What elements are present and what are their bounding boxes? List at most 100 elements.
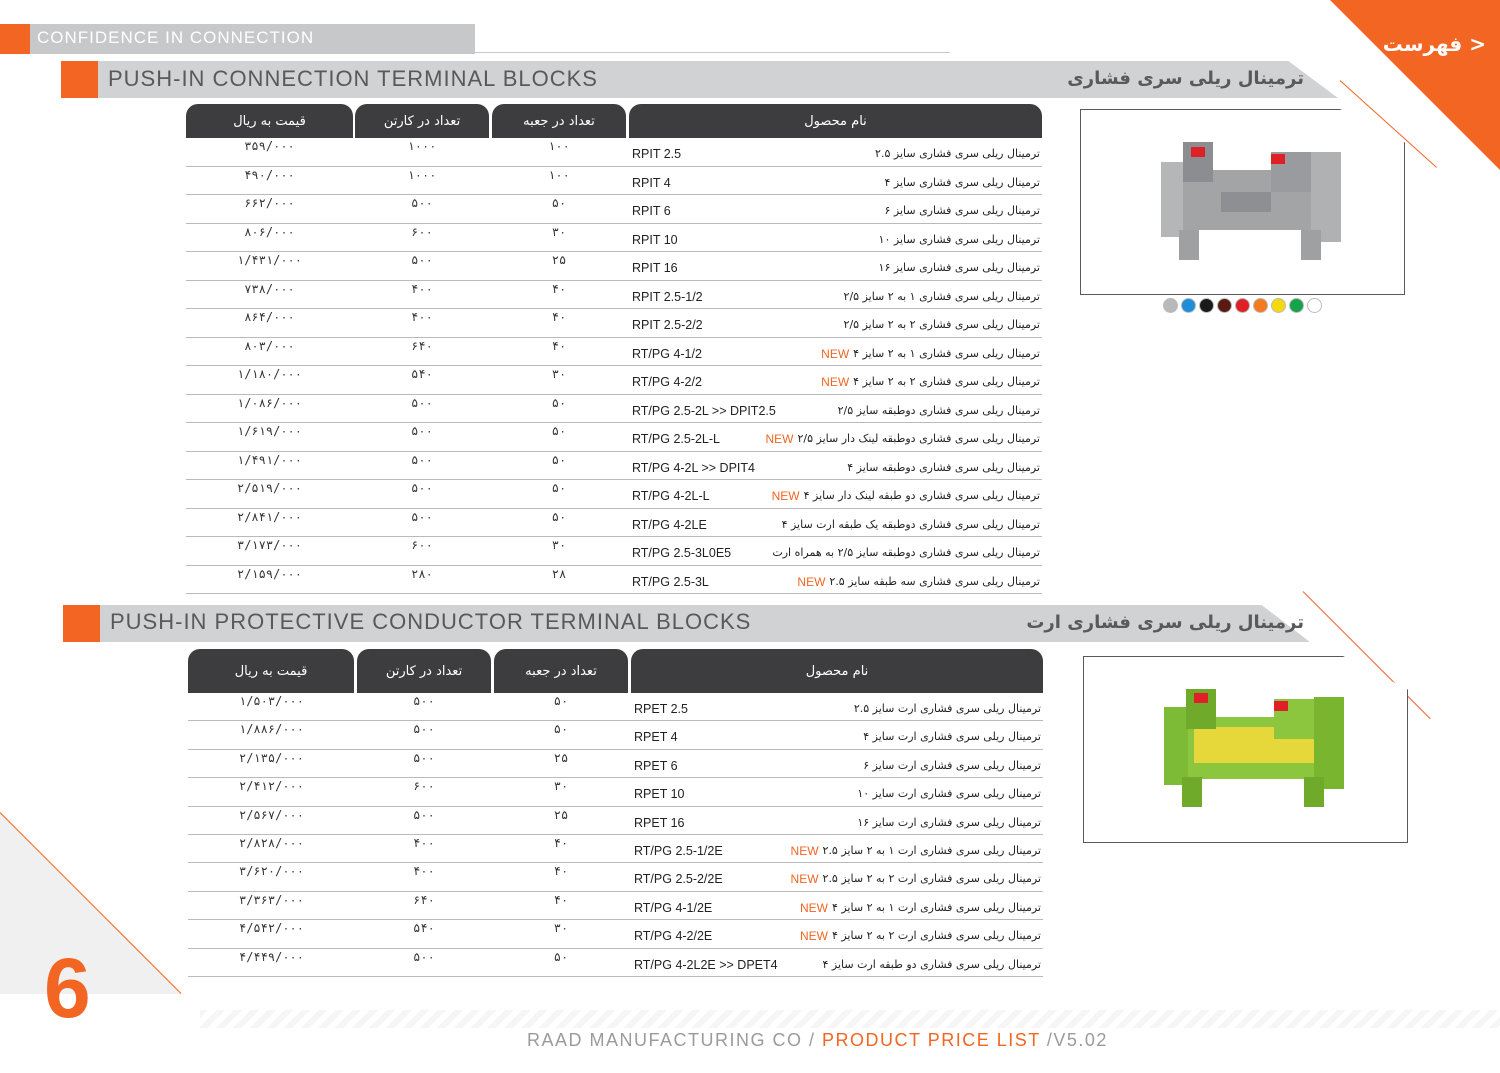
- table-row: ۲/۸۲۸/۰۰۰ ۴۰۰ ۴۰ RT/PG 2.5-1/2E ترمینال ریلی…: [188, 835, 1043, 864]
- carton-qty-cell: ۴۰۰: [413, 836, 435, 850]
- model-code-cell: RT/PG 4-2L-L: [632, 489, 710, 503]
- product-name-cell: ترمینال ریلی سری فشاری ارت سایز ۶: [863, 758, 1041, 772]
- model-code-cell: RPIT 10: [632, 232, 678, 247]
- section2-title-en: PUSH-IN PROTECTIVE CONDUCTOR TERMINAL BL…: [110, 609, 752, 634]
- footer-band: [200, 1010, 1500, 1028]
- price-cell: ۴/۴۴۹/۰۰۰: [238, 949, 305, 964]
- price-cell: ۲/۸۴۱/۰۰۰: [236, 509, 303, 524]
- terminal-block-grey-image: [1161, 142, 1341, 260]
- product-name-cell: ترمینال ریلی سری فشاری ۲ به ۲ سایز ۴: [853, 375, 1040, 388]
- box-qty-cell: ۵۰: [553, 949, 569, 964]
- price-cell: ۱/۵۰۳/۰۰۰: [238, 694, 305, 708]
- carton-qty-cell: ۴۰۰: [411, 281, 433, 296]
- price-cell: ۳/۳۶۳/۰۰۰: [238, 892, 305, 907]
- price-cell: ۳/۶۲۰/۰۰۰: [238, 864, 305, 879]
- carton-qty-cell: ۶۴۰: [411, 338, 433, 353]
- new-badge: NEW: [790, 872, 819, 887]
- table-row: ۴/۴۴۹/۰۰۰ ۵۰۰ ۵۰ RT/PG 4-2L2E >> DPET4 ترمین…: [188, 949, 1043, 977]
- model-code-cell: RT/PG 4-2/2E: [634, 929, 713, 944]
- model-code-cell: RPIT 4: [632, 175, 671, 190]
- section2-price-table: قیمت به ریال تعداد در کارتن تعداد در جعب…: [188, 649, 1043, 979]
- model-code-cell: RPIT 2.5-1/2: [632, 289, 703, 304]
- product-name-cell: ترمینال ریلی سری فشاری ۱ به ۲ سایز ۴: [853, 346, 1040, 360]
- product-name-cell: ترمینال ریلی سری فشاری ارت ۱ به ۲ سایز ۴: [831, 900, 1041, 914]
- box-qty-cell: ۵۰: [551, 196, 567, 210]
- product-name-cell: ترمینال ریلی سری فشاری سایز ۱۶: [878, 261, 1040, 274]
- section1-product-image-frame: [1080, 109, 1405, 295]
- table-row: ۴۹۰/۰۰۰ ۱۰۰۰ ۱۰۰ RPIT 4 ترمینال ریلی سری فشا…: [186, 167, 1042, 195]
- col-header-name: نام محصول: [629, 104, 1042, 138]
- carton-qty-cell: ۵۰۰: [411, 253, 433, 267]
- section1-header-accent: [61, 61, 98, 98]
- price-cell: ۱/۱۸۰/۰۰۰: [236, 367, 303, 381]
- box-qty-cell: ۴۰: [553, 892, 569, 907]
- new-badge: NEW: [821, 375, 850, 389]
- model-code-cell: RT/PG 4-2/2: [632, 375, 702, 389]
- carton-qty-cell: ۵۰۰: [411, 196, 433, 210]
- price-cell: ۴۹۰/۰۰۰: [244, 167, 295, 182]
- table-row: ۳۵۹/۰۰۰ ۱۰۰۰ ۱۰۰ RPIT 2.5 ترمینال ریلی سری ف…: [186, 138, 1042, 167]
- product-name-cell: ترمینال ریلی سری فشاری دوطبقه سایز ۲/۵ ب…: [772, 546, 1040, 559]
- table-row: ۸۰۶/۰۰۰ ۶۰۰ ۳۰ RPIT 10 ترمینال ریلی سری فشار…: [186, 224, 1042, 252]
- model-code-cell: RPET 2.5: [634, 702, 688, 716]
- section2-header-accent: [63, 605, 100, 642]
- product-name-cell: ترمینال ریلی سری فشاری دوطبقه سایز ۲/۵: [837, 403, 1040, 417]
- price-cell: ۷۳۸/۰۰۰: [244, 281, 295, 296]
- carton-qty-cell: ۲۸۰: [411, 566, 433, 581]
- carton-qty-cell: ۴۰۰: [411, 310, 433, 324]
- table-row: ۱/۱۸۰/۰۰۰ ۵۴۰ ۳۰ RT/PG 4-2/2 ترمینال ریلی سر…: [186, 366, 1042, 395]
- menu-link[interactable]: < فهرست: [1383, 32, 1486, 56]
- col-header-price: قیمت به ریال: [188, 649, 354, 693]
- model-code-cell: RPET 6: [634, 758, 678, 773]
- box-qty-cell: ۴۰: [551, 310, 567, 324]
- box-qty-cell: ۴۰: [553, 836, 569, 850]
- table-row: ۸۰۳/۰۰۰ ۶۴۰ ۴۰ RT/PG 4-1/2 ترمینال ریلی سری …: [186, 338, 1042, 366]
- box-qty-cell: ۵۰: [553, 694, 569, 708]
- table-row: ۱/۵۰۳/۰۰۰ ۵۰۰ ۵۰ RPET 2.5 ترمینال ریلی سری ف…: [188, 693, 1043, 722]
- carton-qty-cell: ۱۰۰۰: [407, 139, 437, 153]
- product-name-cell: ترمینال ریلی سری فشاری سه طبقه سایز ۲.۵: [829, 574, 1040, 588]
- product-name-cell: ترمینال ریلی سری فشاری دوطبقه لینک دار س…: [797, 432, 1040, 445]
- price-cell: ۲/۸۲۸/۰۰۰: [238, 836, 305, 850]
- product-name-cell: ترمینال ریلی سری فشاری دوطبقه یک طبقه ار…: [781, 517, 1040, 531]
- model-code-cell: RT/PG 2.5-1/2E: [634, 844, 723, 858]
- product-name-cell: ترمینال ریلی سری فشاری ۱ به ۲ سایز ۲/۵: [843, 289, 1040, 303]
- footer-version: /V5.02: [1040, 1030, 1108, 1050]
- color-swatch: [1289, 298, 1304, 313]
- carton-qty-cell: ۵۰۰: [411, 481, 433, 495]
- tagline-bar: CONFIDENCE IN CONNECTION: [30, 24, 475, 54]
- table-row: ۲/۱۳۵/۰۰۰ ۵۰۰ ۲۵ RPET 6 ترمینال ریلی سری فشا…: [188, 750, 1043, 779]
- box-qty-cell: ۲۵: [551, 253, 567, 267]
- price-cell: ۱/۸۸۶/۰۰۰: [238, 722, 305, 737]
- box-qty-cell: ۳۰: [553, 921, 569, 936]
- box-qty-cell: ۳۰: [551, 367, 567, 381]
- footer-list-label: PRODUCT PRICE LIST: [822, 1030, 1041, 1050]
- model-code-cell: RT/PG 4-2L2E >> DPET4: [634, 957, 778, 972]
- product-name-cell: ترمینال ریلی سری فشاری دوطبقه سایز ۴: [847, 460, 1040, 474]
- table-row: ۸۶۴/۰۰۰ ۴۰۰ ۴۰ RPIT 2.5-2/2 ترمینال ریلی سری…: [186, 309, 1042, 338]
- price-cell: ۱/۰۸۶/۰۰۰: [236, 395, 303, 410]
- color-swatch: [1235, 298, 1250, 313]
- table-row: ۲/۵۱۹/۰۰۰ ۵۰۰ ۵۰ RT/PG 4-2L-L ترمینال ریلی س…: [186, 480, 1042, 509]
- product-name-cell: ترمینال ریلی سری فشاری ارت سایز ۴: [863, 730, 1041, 744]
- box-qty-cell: ۵۰: [551, 424, 567, 438]
- product-name-cell: ترمینال ریلی سری فشاری ارت ۲ به ۲ سایز ۲…: [822, 872, 1041, 886]
- model-code-cell: RT/PG 2.5-2L-L: [632, 432, 721, 446]
- new-badge: NEW: [821, 346, 850, 361]
- carton-qty-cell: ۵۰۰: [413, 750, 435, 765]
- table-row: ۲/۸۴۱/۰۰۰ ۵۰۰ ۵۰ RT/PG 4-2LE ترمینال ریلی سر…: [186, 509, 1042, 537]
- table-row: ۳/۱۷۳/۰۰۰ ۶۰۰ ۳۰ RT/PG 2.5-3L0E5 ترمینال ریل…: [186, 537, 1042, 566]
- product-name-cell: ترمینال ریلی سری فشاری ارت سایز ۱۰: [857, 787, 1041, 801]
- product-name-cell: ترمینال ریلی سری فشاری ارت سایز ۱۶: [857, 815, 1041, 829]
- price-cell: ۲/۱۵۹/۰۰۰: [236, 566, 303, 581]
- carton-qty-cell: ۵۰۰: [413, 807, 435, 822]
- box-qty-cell: ۵۰: [551, 509, 567, 524]
- model-code-cell: RT/PG 4-1/2E: [634, 900, 713, 915]
- model-code-cell: RT/PG 4-1/2: [632, 346, 702, 361]
- price-cell: ۸۰۳/۰۰۰: [244, 338, 295, 353]
- price-cell: ۸۰۶/۰۰۰: [244, 224, 295, 239]
- price-cell: ۳/۱۷۳/۰۰۰: [236, 538, 303, 552]
- carton-qty-cell: ۵۰۰: [413, 949, 435, 964]
- box-qty-cell: ۲۸: [551, 566, 567, 581]
- carton-qty-cell: ۵۴۰: [413, 921, 435, 936]
